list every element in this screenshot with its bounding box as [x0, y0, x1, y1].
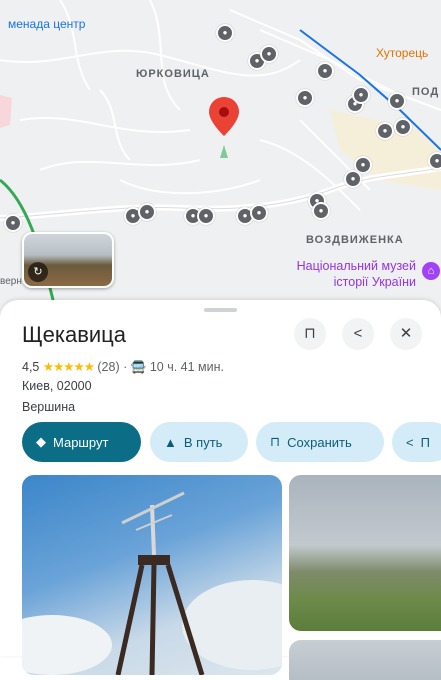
museum-icon[interactable]: ⌂: [422, 262, 440, 280]
navigation-arrow-icon: ▲: [164, 434, 177, 450]
place-address: Киев, 02000: [22, 379, 92, 393]
bus-stop-icon[interactable]: ●: [250, 204, 268, 222]
share-button[interactable]: <: [342, 318, 374, 350]
place-details-sheet: Щекавица ⊓ < ✕ 4,5 ★★★★★ (28) · 🚍 10 ч. …: [0, 300, 441, 680]
start-navigation-button[interactable]: ▲ В путь: [150, 422, 248, 462]
bookmark-icon: ⊓: [304, 325, 316, 342]
bus-stop-icon[interactable]: ●: [376, 122, 394, 140]
map-label-cut: ПОД: [412, 86, 440, 98]
close-icon: ✕: [399, 325, 413, 342]
rating-stars: ★★★★★: [42, 360, 95, 374]
transit-time: 10 ч. 41 мин.: [149, 360, 224, 374]
bookmark-icon: ⊓: [270, 434, 281, 449]
drag-handle[interactable]: [204, 308, 237, 312]
map-label-link[interactable]: менада центр: [8, 17, 85, 31]
location-pin-icon: [209, 97, 239, 136]
route-label: Маршрут: [53, 434, 109, 450]
rating-row[interactable]: 4,5 ★★★★★ (28) · 🚍 10 ч. 41 мин.: [22, 359, 224, 375]
map-label-district: ВОЗДВИЖЕНКА: [306, 234, 404, 246]
street-view-360-icon: ↻: [28, 262, 48, 282]
bus-stop-icon[interactable]: ●: [388, 92, 406, 110]
share-chip-button[interactable]: < П: [392, 422, 441, 462]
directions-icon: ◆: [36, 434, 46, 449]
share-icon: <: [406, 434, 414, 450]
bus-stop-icon[interactable]: ●: [138, 203, 156, 221]
bus-stop-icon[interactable]: ●: [260, 45, 278, 63]
place-photo-secondary[interactable]: [289, 475, 441, 631]
map-label-cut: верн: [0, 276, 22, 287]
share-label: П: [420, 434, 430, 450]
save-label: Сохранить: [287, 434, 352, 450]
place-title: Щекавица: [22, 322, 127, 347]
save-button[interactable]: ⊓ Сохранить: [256, 422, 384, 462]
place-category: Вершина: [22, 400, 76, 414]
separator: ·: [123, 360, 128, 374]
map-label-district: ЮРКОВИЦА: [136, 68, 210, 80]
rating-value: 4,5: [22, 360, 40, 374]
bus-stop-icon[interactable]: ●: [428, 152, 441, 170]
place-photo-tertiary[interactable]: [289, 640, 441, 680]
bus-stop-icon[interactable]: ●: [296, 89, 314, 107]
bus-stop-icon[interactable]: ●: [197, 207, 215, 225]
save-bookmark-button[interactable]: ⊓: [294, 318, 326, 350]
map-label-metro: Хуторець: [376, 46, 429, 60]
route-button[interactable]: ◆ Маршрут: [22, 422, 141, 462]
transit-icon: 🚍: [130, 360, 147, 374]
cross-photo: [22, 491, 282, 675]
bus-stop-icon[interactable]: ●: [344, 170, 362, 188]
bus-stop-icon[interactable]: ●: [312, 202, 330, 220]
bus-stop-icon[interactable]: ●: [352, 86, 370, 104]
place-photo-main[interactable]: [22, 475, 282, 675]
review-count: (28): [97, 360, 120, 374]
bus-stop-icon[interactable]: ●: [316, 62, 334, 80]
bus-stop-icon[interactable]: ●: [394, 118, 412, 136]
street-view-thumbnail[interactable]: ↻: [22, 232, 114, 288]
close-button[interactable]: ✕: [390, 318, 422, 350]
go-label: В путь: [183, 434, 223, 450]
bus-stop-icon[interactable]: ●: [4, 214, 22, 232]
bus-stop-icon[interactable]: ●: [216, 24, 234, 42]
map-label-museum[interactable]: Національний музей історії України: [276, 258, 416, 290]
share-icon: <: [353, 325, 363, 342]
map-view[interactable]: менада центр ЮРКОВИЦА ВОЗДВИЖЕНКА Хуторе…: [0, 0, 441, 330]
